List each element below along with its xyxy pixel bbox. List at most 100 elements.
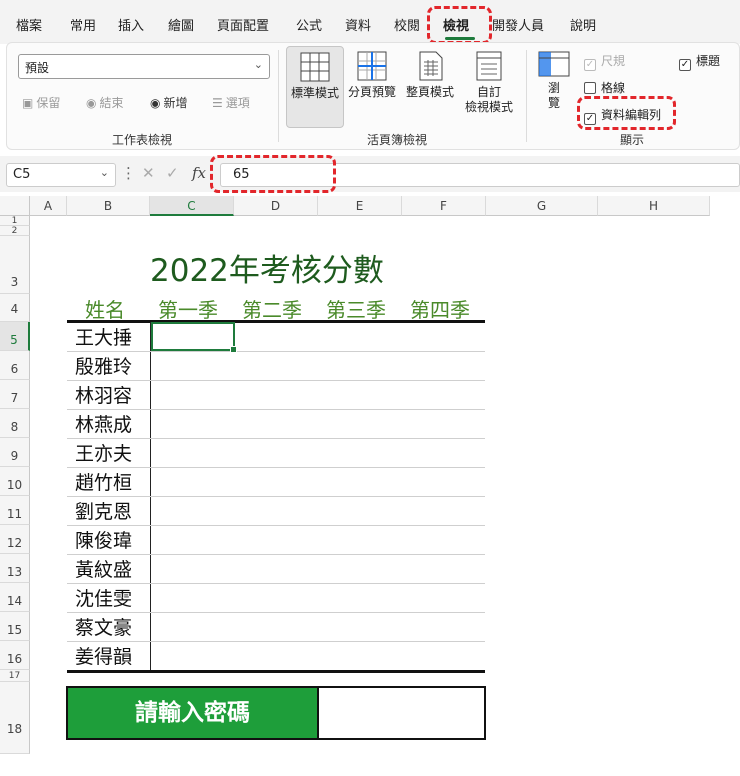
check-icon: ✓ xyxy=(679,59,691,71)
row-header-4[interactable]: 4 xyxy=(0,294,30,322)
column-header-g[interactable]: G xyxy=(486,196,598,216)
employee-name[interactable]: 殷雅玲 xyxy=(75,352,132,379)
tab-view[interactable]: 檢視 xyxy=(443,15,469,34)
custom-view-icon xyxy=(476,51,502,81)
custom-views-label-2: 檢視模式 xyxy=(464,100,513,114)
row-header-16[interactable]: 16 xyxy=(0,641,30,670)
page-break-preview-label: 分頁預覽 xyxy=(347,85,396,99)
employee-name[interactable]: 黃紋盛 xyxy=(75,555,132,582)
options-button[interactable]: ☰ 選項 xyxy=(212,94,250,111)
column-header-b[interactable]: B xyxy=(67,196,150,216)
cancel-icon[interactable]: ✕ xyxy=(142,164,155,182)
keep-button[interactable]: ▣ 保留 xyxy=(22,94,60,111)
column-header-c[interactable]: C xyxy=(150,196,234,216)
chevron-down-icon: ⌄ xyxy=(253,58,263,71)
tab-review[interactable]: 校閱 xyxy=(394,15,420,34)
navigation-pane-icon xyxy=(538,51,570,77)
employee-name[interactable]: 趙竹桓 xyxy=(75,468,132,495)
more-options-icon[interactable]: ⋮ xyxy=(121,164,136,182)
normal-view-button[interactable]: 標準模式 xyxy=(286,46,344,128)
row-header-18[interactable]: 18 xyxy=(0,682,30,754)
employee-name[interactable]: 劉克恩 xyxy=(75,497,132,524)
tab-formulas[interactable]: 公式 xyxy=(296,15,322,34)
enter-icon[interactable]: ✓ xyxy=(166,164,179,182)
insert-function-icon[interactable]: fx xyxy=(192,164,206,182)
column-header-f[interactable]: F xyxy=(402,196,486,216)
row-header-17[interactable]: 17 xyxy=(0,670,30,682)
page-break-preview-button[interactable]: 分頁預覽 xyxy=(344,46,400,128)
employee-name[interactable]: 林羽容 xyxy=(75,381,132,408)
tab-data[interactable]: 資料 xyxy=(345,15,371,34)
exit-label: 結束 xyxy=(99,96,124,110)
password-input-cell[interactable] xyxy=(321,688,484,738)
headings-label: 標題 xyxy=(696,54,721,68)
row-header-13[interactable]: 13 xyxy=(0,554,30,583)
tab-file[interactable]: 檔案 xyxy=(16,15,42,34)
gridlines-label: 格線 xyxy=(601,81,626,95)
column-header-e[interactable]: E xyxy=(318,196,402,216)
row-header-2[interactable]: 2 xyxy=(0,226,30,236)
selected-cell-c5[interactable] xyxy=(151,322,237,353)
tab-help[interactable]: 說明 xyxy=(570,15,596,34)
row-header-9[interactable]: 9 xyxy=(0,438,30,467)
exit-button[interactable]: ◉ 結束 xyxy=(86,94,124,111)
eye-icon: ◉ xyxy=(86,96,97,110)
page-break-icon xyxy=(357,51,387,81)
page-icon xyxy=(419,51,443,81)
header-name: 姓名 xyxy=(85,298,125,322)
row-header-10[interactable]: 10 xyxy=(0,467,30,496)
ruler-checkbox[interactable]: ✓ 尺規 xyxy=(584,52,625,71)
navigation-button[interactable]: 瀏覽 xyxy=(532,46,576,128)
formula-bar-checkbox[interactable]: ✓ 資料編輯列 xyxy=(584,106,661,125)
tab-home[interactable]: 常用 xyxy=(70,15,96,34)
employee-name[interactable]: 蔡文豪 xyxy=(75,613,132,640)
row-header-11[interactable]: 11 xyxy=(0,496,30,525)
employee-name[interactable]: 林燕成 xyxy=(75,410,132,437)
name-box[interactable]: C5 ⌄ xyxy=(6,163,116,187)
new-view-button[interactable]: ◉ 新增 xyxy=(150,94,188,111)
row-header-1[interactable]: 1 xyxy=(0,216,30,226)
employee-name[interactable]: 姜得韻 xyxy=(75,642,132,669)
sheet-view-group-label: 工作表檢視 xyxy=(112,133,173,147)
chevron-down-icon: ⌄ xyxy=(99,166,109,179)
employee-name[interactable]: 沈佳雯 xyxy=(75,584,132,611)
password-box: 請輸入密碼 xyxy=(66,686,486,740)
column-header-h[interactable]: H xyxy=(598,196,710,216)
employee-name[interactable]: 王大捶 xyxy=(75,323,132,350)
employee-name[interactable]: 王亦夫 xyxy=(75,439,132,466)
formula-input[interactable]: 65 xyxy=(220,163,740,187)
page-layout-label: 整頁模式 xyxy=(405,85,454,99)
header-q4: 第四季 xyxy=(410,298,470,322)
column-header-d[interactable]: D xyxy=(234,196,318,216)
row-header-8[interactable]: 8 xyxy=(0,409,30,438)
row-header-6[interactable]: 6 xyxy=(0,351,30,380)
headings-checkbox[interactable]: ✓ 標題 xyxy=(679,52,720,71)
sheet-view-dropdown[interactable]: 預設 ⌄ xyxy=(18,54,270,79)
options-label: 選項 xyxy=(225,96,250,110)
navigation-label: 瀏覽 xyxy=(547,81,560,110)
row-header-5[interactable]: 5 xyxy=(0,322,30,351)
table-bottom-border xyxy=(67,670,485,673)
header-q1: 第一季 xyxy=(158,298,218,322)
gridlines-checkbox[interactable]: 格線 xyxy=(584,79,625,96)
group-divider xyxy=(526,50,527,142)
tab-developer[interactable]: 開發人員 xyxy=(492,15,544,34)
select-all-corner[interactable] xyxy=(0,196,30,216)
tab-page-layout[interactable]: 頁面配置 xyxy=(217,15,269,34)
column-header-a[interactable]: A xyxy=(30,196,67,216)
name-box-value: C5 xyxy=(13,167,31,182)
row-header-3[interactable]: 3 xyxy=(0,236,30,294)
employee-name[interactable]: 陳俊瑋 xyxy=(75,526,132,553)
row-header-15[interactable]: 15 xyxy=(0,612,30,641)
row-header-12[interactable]: 12 xyxy=(0,525,30,554)
show-group-label: 顯示 xyxy=(620,133,645,147)
row-header-7[interactable]: 7 xyxy=(0,380,30,409)
tab-draw[interactable]: 繪圖 xyxy=(168,15,194,34)
custom-views-button[interactable]: 自訂 檢視模式 xyxy=(458,46,520,128)
save-icon: ▣ xyxy=(22,96,34,110)
tab-insert[interactable]: 插入 xyxy=(118,15,144,34)
keep-label: 保留 xyxy=(36,96,61,110)
row-header-14[interactable]: 14 xyxy=(0,583,30,612)
check-icon: ✓ xyxy=(584,113,596,125)
page-layout-button[interactable]: 整頁模式 xyxy=(402,46,458,128)
